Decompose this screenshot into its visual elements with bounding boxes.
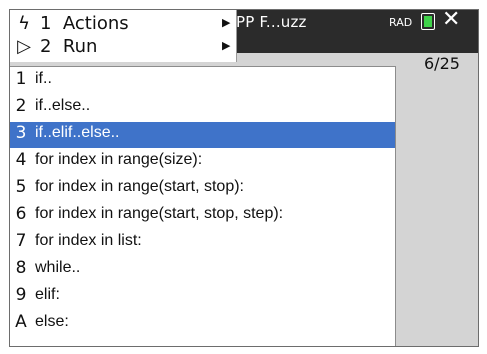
submenu-item[interactable]: 7 for index in list:	[10, 230, 395, 256]
submenu-item[interactable]: 9 elif:	[10, 284, 395, 310]
submenu-arrow-icon: ▶	[222, 16, 231, 29]
triangle-right-icon: ▷	[17, 36, 31, 57]
menu-item-label: 1 Actions	[40, 13, 129, 34]
item-label: for index in range(size):	[35, 151, 203, 168]
submenu-item[interactable]: 2 if..else..	[10, 95, 395, 121]
battery-level	[424, 16, 432, 27]
item-shortcut-key: 3	[15, 123, 27, 143]
item-shortcut-key: 7	[15, 231, 27, 251]
menu-item-actions[interactable]: ϟ 1 Actions ▶	[10, 13, 236, 37]
item-shortcut-key: 9	[15, 285, 27, 305]
item-shortcut-key: 2	[15, 96, 27, 116]
item-shortcut-key: A	[15, 312, 27, 332]
item-label: if..else..	[35, 97, 91, 114]
submenu-item[interactable]: 5 for index in range(start, stop):	[10, 176, 395, 202]
item-shortcut-key: 6	[15, 204, 27, 224]
submenu-item[interactable]: 4 for index in range(size):	[10, 149, 395, 175]
main-menu: ϟ 1 Actions ▶ ▷ 2 Run ▶	[10, 10, 237, 62]
submenu-item[interactable]: A else:	[10, 311, 395, 337]
item-label: for index in range(start, stop, step):	[35, 205, 284, 222]
item-label: if..	[35, 70, 52, 87]
menu-item-run[interactable]: ▷ 2 Run ▶	[10, 36, 236, 60]
submenu-dropdown: 1 if.. 2 if..else.. 3 if..elif..else.. 4…	[10, 66, 396, 346]
item-label: elif:	[35, 286, 60, 303]
document-title: PP F...uzz	[236, 13, 307, 31]
item-label: if..elif..else..	[35, 124, 120, 141]
angle-mode-indicator: RAD	[389, 16, 413, 29]
item-label: else:	[35, 313, 69, 330]
battery-icon	[421, 13, 435, 30]
item-shortcut-key: 4	[15, 150, 27, 170]
page-indicator: 6/25	[424, 54, 460, 73]
lightning-icon: ϟ	[18, 13, 30, 34]
item-label: for index in range(start, stop):	[35, 178, 244, 195]
item-shortcut-key: 5	[15, 177, 27, 197]
submenu-item-selected[interactable]: 3 if..elif..else..	[10, 122, 395, 148]
submenu-item[interactable]: 6 for index in range(start, stop, step):	[10, 203, 395, 229]
submenu-item[interactable]: 8 while..	[10, 257, 395, 283]
item-label: for index in list:	[35, 232, 142, 249]
item-label: while..	[35, 259, 81, 276]
close-icon[interactable]: ✕	[442, 10, 460, 31]
calculator-screen: PP F...uzz RAD ✕ 6/25 ϟ 1 Actions ▶ ▷ 2 …	[9, 9, 479, 347]
submenu-arrow-icon: ▶	[222, 39, 231, 52]
menu-item-label: 2 Run	[40, 36, 98, 57]
item-shortcut-key: 1	[15, 69, 27, 89]
item-shortcut-key: 8	[15, 258, 27, 278]
submenu-item[interactable]: 1 if..	[10, 68, 395, 94]
